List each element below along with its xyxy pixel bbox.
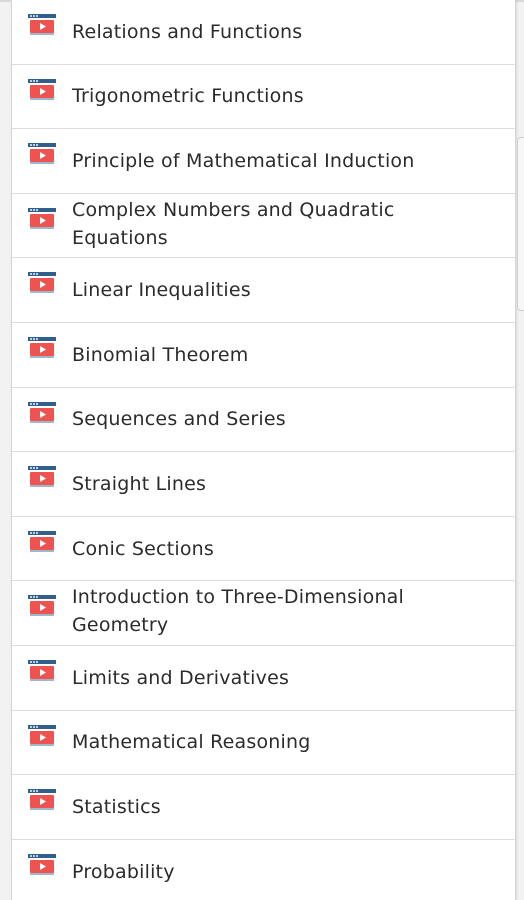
chapter-title: Binomial Theorem	[72, 343, 249, 366]
chapter-title: Relations and Functions	[72, 20, 303, 43]
list-item[interactable]: Mathematical Reasoning	[12, 711, 515, 776]
app-screen: Relations and Functions Trigonometric Fun…	[0, 0, 524, 900]
list-item[interactable]: Sequences and Series	[12, 388, 515, 453]
chapter-title: Statistics	[72, 795, 161, 818]
chapter-video-icon	[28, 659, 56, 682]
list-item[interactable]: Probability	[12, 840, 515, 900]
list-item[interactable]: Linear Inequalities	[12, 258, 515, 323]
list-item[interactable]: Complex Numbers and Quadratic Equations	[12, 194, 515, 259]
scrollbar[interactable]	[517, 137, 524, 311]
chapter-video-icon	[28, 466, 56, 488]
chapter-video-icon	[28, 595, 56, 617]
list-item[interactable]: Relations and Functions	[12, 0, 515, 65]
chapter-video-icon	[28, 207, 56, 230]
chapter-title: Introduction to Three-Dimensional Geomet…	[72, 586, 405, 637]
chapter-video-icon	[28, 789, 56, 811]
chapter-title: Linear Inequalities	[72, 279, 251, 302]
chapter-title: Conic Sections	[72, 537, 214, 560]
chapter-title: Complex Numbers and Quadratic Equations	[72, 198, 395, 249]
chapter-video-icon	[28, 14, 56, 36]
list-item[interactable]: Limits and Derivatives	[12, 646, 515, 711]
chapter-video-icon	[28, 78, 56, 101]
list-item[interactable]: Trigonometric Functions	[12, 65, 515, 130]
list-item[interactable]: Binomial Theorem	[12, 323, 515, 388]
list-item[interactable]: Conic Sections	[12, 517, 515, 582]
chapter-video-icon	[28, 336, 56, 359]
chapter-video-icon	[28, 530, 56, 553]
list-item[interactable]: Introduction to Three-Dimensional Geomet…	[12, 581, 515, 646]
chapter-title: Trigonometric Functions	[72, 85, 304, 108]
chapter-video-icon	[28, 401, 56, 424]
list-item[interactable]: Statistics	[12, 775, 515, 840]
list-item[interactable]: Principle of Mathematical Induction	[12, 129, 515, 194]
chapter-title: Straight Lines	[72, 472, 207, 495]
list-item[interactable]: Straight Lines	[12, 452, 515, 517]
chapter-video-icon	[28, 853, 56, 876]
chapter-list: Relations and Functions Trigonometric Fun…	[11, 0, 516, 900]
chapter-video-icon	[28, 143, 56, 165]
chapter-video-icon	[28, 272, 56, 294]
chapter-video-icon	[28, 724, 56, 747]
chapter-title: Limits and Derivatives	[72, 666, 290, 689]
chapter-title: Mathematical Reasoning	[72, 731, 311, 754]
chapter-title: Principle of Mathematical Induction	[72, 149, 415, 172]
chapter-title: Sequences and Series	[72, 408, 286, 431]
chapter-title: Probability	[72, 860, 175, 883]
